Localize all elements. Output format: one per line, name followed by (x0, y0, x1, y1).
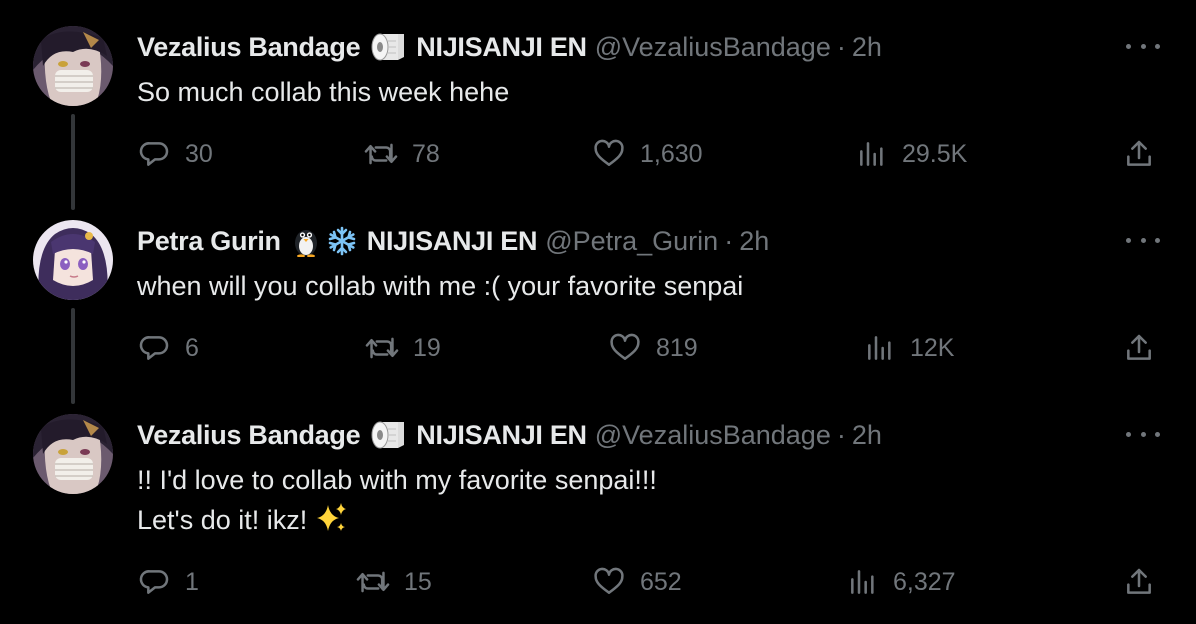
penguin-icon (291, 225, 321, 257)
tweet-actions: 6 19 819 12K (0, 328, 1196, 368)
share-button[interactable] (1122, 562, 1156, 602)
toilet-paper-roll-icon (370, 31, 406, 63)
retweet-count: 78 (412, 139, 440, 168)
tweet-text: So much collab this week hehe (137, 72, 509, 112)
like-count: 1,630 (640, 139, 703, 168)
tweet-text-line: Let's do it! ikz! (137, 500, 657, 546)
views-button[interactable]: 6,327 (847, 562, 956, 602)
more-options-icon[interactable] (1126, 424, 1160, 444)
like-button[interactable]: 819 (608, 328, 698, 368)
separator-dot: · (836, 32, 846, 62)
tweet-actions: 1 15 652 6,327 (0, 562, 1196, 602)
tweet-header: Vezalius Bandage NIJISANJI EN @VezaliusB… (137, 418, 882, 452)
retweet-button[interactable]: 78 (364, 134, 440, 174)
reply-icon (139, 142, 169, 166)
reply-button[interactable]: 30 (139, 134, 213, 174)
tweet-header: Petra Gurin NIJISANJI EN @Petra_Gurin · … (137, 224, 769, 258)
org-label: NIJISANJI EN (416, 32, 587, 62)
share-icon (1127, 334, 1151, 360)
user-handle[interactable]: @Petra_Gurin (545, 224, 718, 258)
heart-icon (610, 333, 640, 360)
user-handle[interactable]: @VezaliusBandage (595, 418, 831, 452)
display-name[interactable]: Petra Gurin (137, 224, 281, 258)
heart-icon (594, 139, 624, 166)
reply-icon (139, 570, 169, 594)
separator-dot: · (724, 226, 734, 256)
view-count: 6,327 (893, 567, 956, 596)
like-button[interactable]: 652 (592, 562, 682, 602)
reply-button[interactable]: 6 (139, 328, 199, 368)
toilet-paper-roll-icon (370, 419, 406, 451)
tweet-header: Vezalius Bandage NIJISANJI EN @VezaliusB… (137, 30, 882, 64)
tweet-text-line: So much collab this week hehe (137, 77, 510, 107)
tweet-text-fragment: Let's do it! ikz! (137, 505, 308, 535)
timestamp[interactable]: 2h (739, 224, 769, 258)
tweet-actions: 30 78 1,630 29.5K (0, 134, 1196, 174)
timestamp[interactable]: 2h (852, 30, 882, 64)
retweet-count: 15 (404, 567, 432, 596)
user-handle[interactable]: @VezaliusBandage (595, 30, 831, 64)
view-count: 12K (910, 333, 955, 362)
like-button[interactable]: 1,630 (592, 134, 703, 174)
tweet-text-line: !! I'd love to collab with my favorite s… (137, 465, 657, 495)
retweet-button[interactable]: 19 (365, 328, 441, 368)
like-count: 652 (640, 567, 682, 596)
conversation-thread: Vezalius Bandage NIJISANJI EN @VezaliusB… (0, 0, 1196, 624)
retweet-button[interactable]: 15 (356, 562, 432, 602)
tweet-text: !! I'd love to collab with my favorite s… (137, 460, 657, 546)
snowflake-icon (327, 226, 357, 256)
retweet-icon (356, 571, 390, 593)
heart-icon (594, 567, 624, 594)
share-icon (1127, 140, 1151, 166)
more-options-icon[interactable] (1126, 230, 1160, 250)
reply-count: 6 (185, 333, 199, 362)
views-button[interactable]: 12K (864, 328, 954, 368)
views-button[interactable]: 29.5K (856, 134, 967, 174)
retweet-count: 19 (413, 333, 441, 362)
avatar[interactable] (33, 26, 113, 106)
views-icon (868, 336, 891, 360)
retweet-icon (364, 143, 398, 165)
timestamp[interactable]: 2h (852, 418, 882, 452)
share-icon (1127, 568, 1151, 594)
org-label: NIJISANJI EN (366, 226, 538, 256)
views-icon (860, 142, 883, 166)
views-icon (851, 570, 874, 594)
more-options-icon[interactable] (1126, 36, 1160, 56)
share-button[interactable] (1122, 134, 1156, 174)
reply-button[interactable]: 1 (139, 562, 199, 602)
like-count: 819 (656, 333, 698, 362)
avatar[interactable] (33, 414, 113, 494)
reply-icon (139, 336, 169, 360)
tweet-text: when will you collab with me :( your fav… (137, 266, 743, 306)
share-button[interactable] (1122, 328, 1156, 368)
reply-count: 30 (185, 139, 213, 168)
avatar[interactable] (33, 220, 113, 300)
display-name[interactable]: Vezalius Bandage (137, 30, 361, 64)
org-label: NIJISANJI EN (416, 420, 587, 450)
tweet-text-line: when will you collab with me :( your fav… (137, 271, 744, 301)
retweet-icon (365, 337, 399, 359)
reply-count: 1 (185, 567, 199, 596)
sparkles-icon (315, 501, 349, 546)
display-name[interactable]: Vezalius Bandage (137, 418, 361, 452)
view-count: 29.5K (902, 139, 968, 168)
separator-dot: · (836, 420, 846, 450)
